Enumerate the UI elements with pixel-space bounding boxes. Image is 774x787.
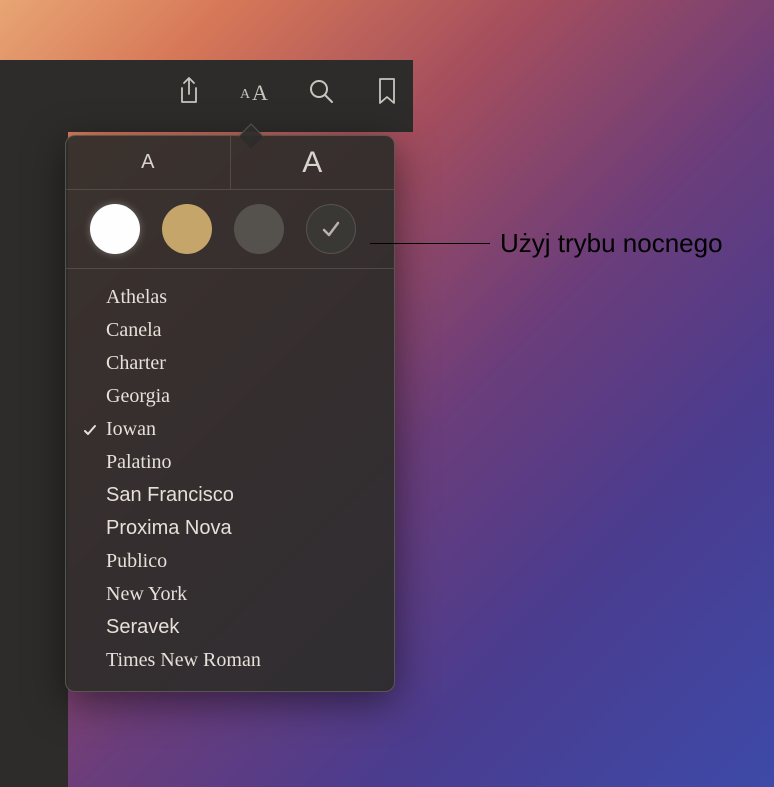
text-size-row: A A (66, 136, 394, 190)
font-name-label: New York (106, 583, 370, 606)
text-size-large-label: A (302, 146, 322, 180)
callout-night-mode: Użyj trybu nocnego (500, 228, 723, 259)
bookmark-icon (377, 77, 397, 105)
text-size-smaller[interactable]: A (66, 136, 231, 189)
theme-white[interactable] (90, 204, 140, 254)
theme-gray[interactable] (234, 204, 284, 254)
font-item-iowan[interactable]: Iowan (66, 413, 394, 446)
callout-line (370, 243, 490, 244)
font-item-georgia[interactable]: Georgia (66, 380, 394, 413)
bookmark-button[interactable] (368, 72, 406, 110)
font-name-label: Athelas (106, 286, 370, 309)
font-name-label: Charter (106, 352, 370, 375)
font-item-canela[interactable]: Canela (66, 314, 394, 347)
font-name-label: Publico (106, 550, 370, 573)
appearance-icon: A A (238, 78, 272, 104)
svg-text:A: A (240, 87, 251, 102)
checkmark-icon (320, 218, 342, 240)
font-name-label: Iowan (106, 418, 370, 441)
font-item-athelas[interactable]: Athelas (66, 281, 394, 314)
appearance-popover: A A Athelas Canela Charter Georgia Iowan Pala… (65, 135, 395, 692)
text-size-small-label: A (141, 151, 154, 174)
share-button[interactable] (170, 72, 208, 110)
appearance-button[interactable]: A A (236, 72, 274, 110)
font-name-label: San Francisco (106, 484, 370, 507)
theme-night[interactable] (306, 204, 356, 254)
font-list: Athelas Canela Charter Georgia Iowan Palatino… (66, 269, 394, 677)
search-button[interactable] (302, 72, 340, 110)
checkmark-icon (82, 422, 106, 438)
font-item-san-francisco[interactable]: San Francisco (66, 479, 394, 512)
theme-sepia[interactable] (162, 204, 212, 254)
font-name-label: Palatino (106, 451, 370, 474)
font-name-label: Proxima Nova (106, 517, 370, 540)
font-name-label: Times New Roman (106, 649, 370, 672)
font-item-times-new-roman[interactable]: Times New Roman (66, 644, 394, 677)
font-name-label: Canela (106, 319, 370, 342)
font-item-publico[interactable]: Publico (66, 545, 394, 578)
theme-row (66, 190, 394, 269)
svg-text:A: A (252, 80, 268, 104)
window-sidebar (0, 132, 68, 787)
toolbar: A A (170, 72, 406, 110)
font-name-label: Seravek (106, 616, 370, 639)
font-name-label: Georgia (106, 385, 370, 408)
font-item-proxima-nova[interactable]: Proxima Nova (66, 512, 394, 545)
font-item-new-york[interactable]: New York (66, 578, 394, 611)
font-item-charter[interactable]: Charter (66, 347, 394, 380)
share-icon (177, 76, 201, 106)
font-item-seravek[interactable]: Seravek (66, 611, 394, 644)
font-item-palatino[interactable]: Palatino (66, 446, 394, 479)
search-icon (308, 78, 334, 104)
